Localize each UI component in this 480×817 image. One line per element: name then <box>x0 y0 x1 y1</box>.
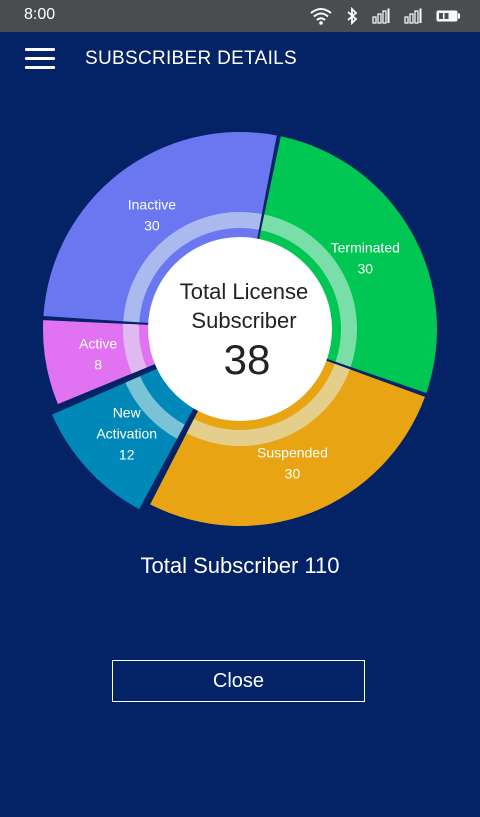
subscriber-pie-chart: Total License Subscriber 38 Active 8 Inact… <box>0 120 480 530</box>
signal-icon <box>372 8 390 24</box>
pie-chart-svg: Total License Subscriber 38 Active 8 Inact… <box>43 132 437 526</box>
close-button[interactable]: Close <box>112 660 365 702</box>
status-time: 8:00 <box>24 6 56 23</box>
slice-name-label: Activation <box>96 425 157 441</box>
center-label-line2: Subscriber <box>191 308 296 333</box>
page-title: SUBSCRIBER DETAILS <box>85 48 297 69</box>
slice-value-label: 30 <box>144 218 160 234</box>
wifi-icon <box>310 7 332 25</box>
status-bar: 8:00 <box>0 0 480 32</box>
slice-value-label: 30 <box>357 260 373 276</box>
slice-value-label: 12 <box>119 446 135 462</box>
slice-name-label: Suspended <box>257 445 328 461</box>
hamburger-menu-icon[interactable] <box>25 48 55 70</box>
total-subscriber-label: Total Subscriber 110 <box>140 553 340 578</box>
pie-inner-ring-segment <box>123 323 147 374</box>
center-value: 38 <box>224 336 271 383</box>
status-icons <box>310 5 460 27</box>
app-bar: SUBSCRIBER DETAILS <box>0 32 480 88</box>
slice-name-label: Active <box>79 335 117 351</box>
battery-icon <box>436 10 460 22</box>
slice-value-label: 8 <box>94 356 102 372</box>
slice-value-label: 30 <box>285 466 301 482</box>
bluetooth-icon <box>346 7 358 25</box>
slice-name-label: Terminated <box>331 239 400 255</box>
signal-icon <box>404 8 422 24</box>
slice-name-label: Inactive <box>128 197 176 213</box>
slice-name-label: New <box>113 404 142 420</box>
center-label-line1: Total License <box>180 279 308 304</box>
